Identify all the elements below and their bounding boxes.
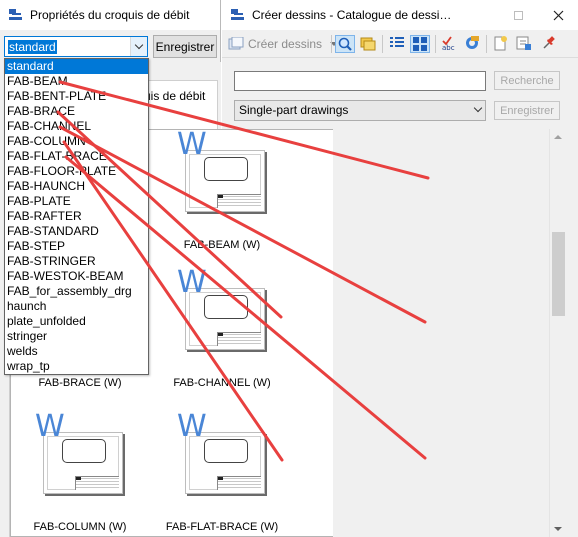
dropdown-option[interactable]: FAB-BENT-PLATE: [5, 89, 148, 104]
pin-icon: [543, 36, 555, 49]
new-icon: [494, 36, 507, 51]
spell-check-button[interactable]: abc: [441, 35, 459, 53]
dropdown-option[interactable]: FAB-BEAM: [5, 74, 148, 89]
dropdown-option[interactable]: FAB-CHANNEL: [5, 119, 148, 134]
dropdown-option[interactable]: FAB-RAFTER: [5, 209, 148, 224]
chevron-down-icon: [473, 103, 483, 113]
dropdown-option[interactable]: wrap_tp: [5, 359, 148, 374]
drawing-thumbnail[interactable]: W: [177, 268, 297, 378]
catalog-scrollbar[interactable]: [549, 129, 566, 537]
drawing-thumbnail[interactable]: W: [177, 130, 297, 240]
thumbnail-label: FAB-FLAT-BRACE (W): [165, 521, 279, 533]
create-drawings-icon: [228, 37, 244, 50]
folders-button[interactable]: [359, 35, 377, 53]
dropdown-option[interactable]: FAB_for_assembly_drg: [5, 284, 148, 299]
dropdown-option[interactable]: FAB-STANDARD: [5, 224, 148, 239]
minimize-button[interactable]: [498, 0, 538, 30]
thumbnail-label: FAB-COLUMN (W): [33, 521, 127, 533]
catalog-search-input[interactable]: [234, 71, 486, 91]
right-window-title: Créer dessins - Catalogue de dessi…: [252, 8, 452, 22]
dropdown-option[interactable]: stringer: [5, 329, 148, 344]
properties-button[interactable]: [515, 35, 533, 53]
app-icon: [9, 9, 23, 21]
save-settings-button[interactable]: Enregistrer: [153, 35, 217, 58]
new-item-button[interactable]: [492, 35, 510, 53]
underlay-text-1: uis de débit: [144, 89, 206, 103]
create-drawings-button[interactable]: Créer dessins: [228, 35, 339, 53]
dropdown-option[interactable]: standard: [5, 59, 148, 74]
dropdown-option[interactable]: FAB-PLATE: [5, 194, 148, 209]
w-letter: W: [177, 409, 207, 444]
thumbnail-view-icon: [413, 37, 427, 51]
chevron-down-icon: [134, 40, 144, 50]
spell-check-icon: abc: [442, 36, 455, 52]
dropdown-option[interactable]: FAB-BRACE: [5, 104, 148, 119]
app-icon: [231, 9, 245, 21]
list-view-icon: [390, 37, 404, 47]
settings-dropdown-list[interactable]: standard FAB-BEAM FAB-BENT-PLATE FAB-BRACE F…: [4, 58, 149, 375]
dropdown-option[interactable]: FAB-COLUMN: [5, 134, 148, 149]
dropdown-option[interactable]: FAB-HAUNCH: [5, 179, 148, 194]
drawing-thumbnail[interactable]: W: [35, 412, 155, 522]
scroll-down-icon[interactable]: [554, 527, 562, 531]
save-catalog-button[interactable]: Enregistrer: [494, 101, 560, 120]
properties-icon: [516, 36, 531, 50]
dropdown-option[interactable]: FAB-STEP: [5, 239, 148, 254]
dropdown-option[interactable]: FAB-FLAT-BRACE: [5, 149, 148, 164]
toolbar-separator: [382, 35, 383, 53]
scroll-thumb[interactable]: [552, 232, 565, 316]
close-button[interactable]: [538, 0, 578, 30]
dropdown-option[interactable]: haunch: [5, 299, 148, 314]
search-toggle-button[interactable]: [335, 35, 355, 53]
search-button[interactable]: Recherche: [494, 71, 560, 90]
combo-selected-value: standard: [8, 40, 57, 54]
left-window-title: Propriétés du croquis de débit: [30, 8, 190, 22]
catalog-toolbar: Créer dessins abc: [222, 30, 578, 58]
dropdown-option[interactable]: FAB-FLOOR-PLATE: [5, 164, 148, 179]
toolbar-separator: [435, 35, 436, 53]
w-letter: W: [177, 127, 207, 162]
create-drawings-label: Créer dessins: [248, 37, 323, 51]
drawing-thumbnail[interactable]: W: [177, 412, 297, 522]
thumbnail-view-button[interactable]: [410, 35, 430, 53]
combo-dropdown-button[interactable]: [130, 37, 147, 56]
svg-text:abc: abc: [442, 44, 455, 51]
dropdown-option[interactable]: FAB-WESTOK-BEAM: [5, 269, 148, 284]
drawing-type-value: Single-part drawings: [239, 103, 349, 117]
refresh-button[interactable]: [463, 35, 481, 53]
pin-button[interactable]: [540, 35, 558, 53]
refresh-icon: [466, 36, 479, 49]
settings-combo[interactable]: standard: [4, 36, 148, 57]
toolbar-separator: [486, 35, 487, 53]
scroll-up-icon[interactable]: [554, 135, 562, 139]
thumbnail-label: FAB-CHANNEL (W): [173, 377, 271, 389]
maximize-icon: [513, 10, 523, 20]
folders-icon: [360, 37, 376, 51]
dropdown-option[interactable]: FAB-STRINGER: [5, 254, 148, 269]
drawing-type-select[interactable]: Single-part drawings: [234, 100, 486, 121]
thumbnail-label: FAB-BEAM (W): [183, 239, 261, 251]
close-icon: [553, 10, 563, 20]
thumbnail-label: FAB-BRACE (W): [38, 377, 122, 389]
left-titlebar: Propriétés du croquis de débit: [0, 0, 220, 30]
search-icon: [338, 37, 352, 51]
toolbar-separator: [331, 35, 332, 53]
dropdown-option[interactable]: plate_unfolded: [5, 314, 148, 329]
list-view-button[interactable]: [388, 35, 406, 53]
w-letter: W: [35, 409, 65, 444]
dropdown-option[interactable]: welds: [5, 344, 148, 359]
w-letter: W: [177, 265, 207, 300]
